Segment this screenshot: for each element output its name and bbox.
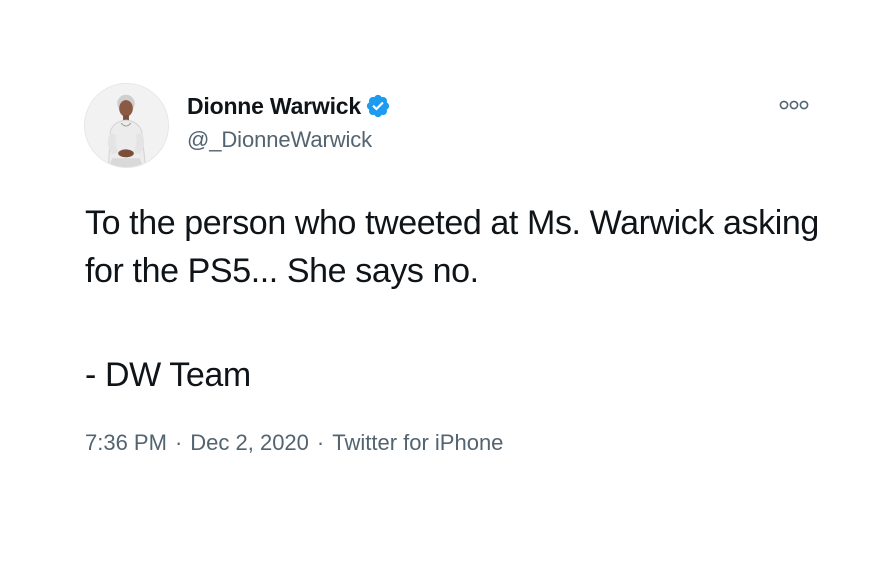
tweet-date[interactable]: Dec 2, 2020 [190,430,309,456]
tweet-source[interactable]: Twitter for iPhone [332,430,503,456]
tweet-text-line: - DW Team [85,356,251,394]
meta-separator: · [174,430,183,455]
tweet-time[interactable]: 7:36 PM [85,430,167,456]
author-name-row: Dionne Warwick [187,90,391,122]
author-display-name[interactable]: Dionne Warwick [187,93,361,120]
profile-photo-icon [85,84,168,167]
more-icon[interactable] [777,96,811,114]
tweet-meta: 7:36 PM · Dec 2, 2020 · Twitter for iPho… [85,430,503,456]
avatar[interactable] [84,83,169,168]
tweet-card: Dionne Warwick @_DionneWarwick To the pe… [0,0,895,574]
tweet-text-line: To the person who tweeted at Ms. Warwick… [85,204,819,290]
tweet-text: To the person who tweeted at Ms. Warwick… [85,199,845,399]
meta-separator: · [316,430,325,455]
verified-badge-icon [365,93,391,119]
author-handle[interactable]: @_DionneWarwick [187,127,372,153]
